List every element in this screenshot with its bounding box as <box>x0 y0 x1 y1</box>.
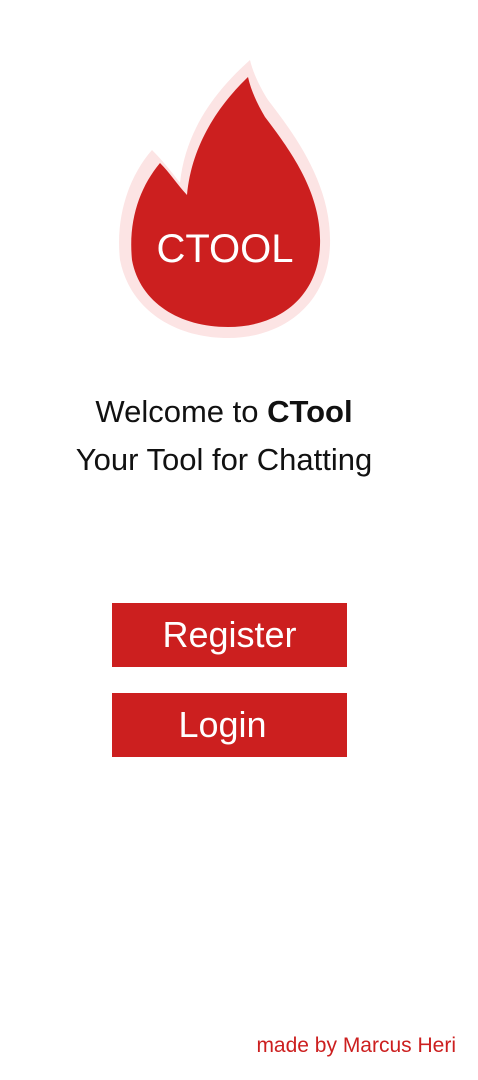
footer-credit: made by Marcus Heri <box>256 1034 456 1057</box>
welcome-prefix: Welcome to <box>95 394 268 429</box>
flame-icon <box>119 60 331 338</box>
welcome-line-2: Your Tool for Chatting <box>75 442 373 477</box>
logo-text: CTOOL <box>156 227 294 271</box>
welcome-message: Welcome to CTool Your Tool for Chatting <box>0 388 448 484</box>
app-logo: CTOOL <box>110 55 340 345</box>
login-button[interactable]: Login <box>112 693 347 757</box>
welcome-brand: CTool <box>267 394 353 429</box>
welcome-line-1: Welcome to CTool <box>0 388 448 436</box>
register-button[interactable]: Register <box>112 603 347 667</box>
